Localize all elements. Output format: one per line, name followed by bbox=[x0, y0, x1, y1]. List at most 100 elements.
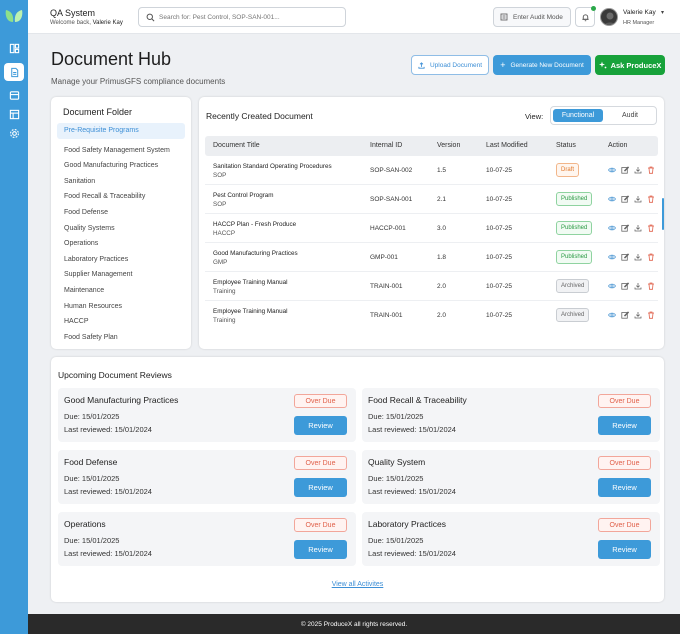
folder-item-haccp[interactable]: HACCP bbox=[57, 314, 185, 330]
edit-icon[interactable] bbox=[621, 195, 629, 203]
sidebar-dashboard-icon[interactable] bbox=[4, 39, 24, 57]
review-last: Last reviewed: 15/01/2024 bbox=[368, 425, 456, 434]
folder-item-maintenance[interactable]: Maintenance bbox=[57, 283, 185, 299]
view-icon[interactable] bbox=[608, 311, 616, 319]
review-button[interactable]: Review bbox=[598, 416, 651, 435]
doc-title[interactable]: Pest Control Program bbox=[213, 192, 274, 199]
folder-item-good-manufacturing-practices[interactable]: Good Manufacturing Practices bbox=[57, 158, 185, 174]
download-icon[interactable] bbox=[634, 282, 642, 290]
upload-icon bbox=[418, 61, 425, 69]
folder-item-food-defense[interactable]: Food Defense bbox=[57, 205, 185, 221]
folder-item-food-safety-management-system[interactable]: Food Safety Management System bbox=[57, 143, 185, 159]
table-row[interactable]: Employee Training Manual Training TRAIN-… bbox=[205, 272, 658, 301]
review-due: Due: 15/01/2025 bbox=[368, 412, 424, 421]
upload-label: Upload Document bbox=[429, 61, 483, 69]
doc-modified: 10-07-25 bbox=[486, 283, 513, 290]
edit-icon[interactable] bbox=[621, 311, 629, 319]
recent-documents-title: Recently Created Document bbox=[206, 111, 313, 121]
sidebar-layout-icon[interactable] bbox=[4, 105, 24, 123]
delete-icon[interactable] bbox=[647, 311, 655, 319]
download-icon[interactable] bbox=[634, 166, 642, 174]
upcoming-reviews-title: Upcoming Document Reviews bbox=[58, 370, 172, 380]
delete-icon[interactable] bbox=[647, 224, 655, 232]
doc-title[interactable]: HACCP Plan - Fresh Produce bbox=[213, 221, 296, 228]
table-row[interactable]: Sanitation Standard Operating Procedures… bbox=[205, 156, 658, 185]
table-row[interactable]: Good Manufacturing Practices GMP GMP-001… bbox=[205, 243, 658, 272]
sidebar-documents-icon[interactable] bbox=[4, 63, 24, 81]
sidebar-folder-icon[interactable] bbox=[4, 86, 24, 104]
view-icon[interactable] bbox=[608, 166, 616, 174]
doc-title[interactable]: Employee Training Manual bbox=[213, 279, 288, 286]
chevron-down-icon[interactable]: ▾ bbox=[661, 9, 664, 16]
delete-icon[interactable] bbox=[647, 195, 655, 203]
delete-icon[interactable] bbox=[647, 253, 655, 261]
review-button[interactable]: Review bbox=[294, 540, 347, 559]
overdue-badge: Over Due bbox=[598, 394, 651, 408]
app-title: QA System bbox=[50, 8, 96, 18]
notifications-button[interactable] bbox=[575, 6, 596, 27]
folder-item-operations[interactable]: Operations bbox=[57, 236, 185, 252]
folder-item-quality-systems[interactable]: Quality Systems bbox=[57, 221, 185, 237]
view-audit-button[interactable]: Audit bbox=[605, 109, 655, 122]
edit-icon[interactable] bbox=[621, 253, 629, 261]
view-icon[interactable] bbox=[608, 195, 616, 203]
doc-category: SOP bbox=[213, 172, 227, 179]
search-box[interactable] bbox=[138, 7, 346, 27]
row-actions bbox=[608, 311, 655, 319]
ask-producex-button[interactable]: Ask ProduceX bbox=[595, 55, 665, 75]
generate-new-document-button[interactable]: + Generate New Document bbox=[493, 55, 591, 75]
recent-documents-panel: Recently Created Document View: Function… bbox=[199, 97, 664, 349]
view-icon[interactable] bbox=[608, 224, 616, 232]
folder-item-supplier-management[interactable]: Supplier Management bbox=[57, 267, 185, 283]
audit-mode-label: Enter Audit Mode bbox=[513, 13, 563, 21]
review-button[interactable]: Review bbox=[598, 540, 651, 559]
review-name: Quality System bbox=[368, 457, 426, 467]
doc-modified: 10-07-25 bbox=[486, 167, 513, 174]
download-icon[interactable] bbox=[634, 253, 642, 261]
review-button[interactable]: Review bbox=[294, 478, 347, 497]
doc-category: Training bbox=[213, 317, 236, 324]
download-icon[interactable] bbox=[634, 224, 642, 232]
download-icon[interactable] bbox=[634, 311, 642, 319]
doc-modified: 10-07-25 bbox=[486, 196, 513, 203]
avatar[interactable] bbox=[600, 8, 618, 26]
folder-item-pre-requisite-programs[interactable]: Pre-Requisite Programs bbox=[57, 123, 185, 139]
folder-item-food-recall-traceability[interactable]: Food Recall & Traceability bbox=[57, 189, 185, 205]
edit-icon[interactable] bbox=[621, 166, 629, 174]
edit-icon[interactable] bbox=[621, 282, 629, 290]
doc-title[interactable]: Employee Training Manual bbox=[213, 308, 288, 315]
upload-document-button[interactable]: Upload Document bbox=[411, 55, 489, 75]
edit-icon[interactable] bbox=[621, 224, 629, 232]
doc-id: HACCP-001 bbox=[370, 225, 406, 232]
table-row[interactable]: HACCP Plan - Fresh Produce HACCP HACCP-0… bbox=[205, 214, 658, 243]
delete-icon[interactable] bbox=[647, 282, 655, 290]
review-name: Good Manufacturing Practices bbox=[64, 395, 179, 405]
folder-item-human-resources[interactable]: Human Resources bbox=[57, 299, 185, 315]
view-icon[interactable] bbox=[608, 253, 616, 261]
table-row[interactable]: Pest Control Program SOP SOP-SAN-001 2.1… bbox=[205, 185, 658, 214]
delete-icon[interactable] bbox=[647, 166, 655, 174]
doc-title[interactable]: Sanitation Standard Operating Procedures bbox=[213, 163, 332, 170]
table-row[interactable]: Employee Training Manual Training TRAIN-… bbox=[205, 301, 658, 330]
generate-label: Generate New Document bbox=[510, 61, 584, 69]
search-input[interactable] bbox=[159, 11, 339, 24]
doc-version: 2.0 bbox=[437, 283, 447, 290]
doc-category: HACCP bbox=[213, 230, 236, 237]
col-last-modified: Last Modified bbox=[486, 142, 528, 149]
folder-item-sanitation[interactable]: Sanitation bbox=[57, 174, 185, 190]
status-badge: Draft bbox=[556, 163, 580, 177]
download-icon[interactable] bbox=[634, 195, 642, 203]
folder-item-laboratory-practices[interactable]: Laboratory Practices bbox=[57, 252, 185, 268]
sidebar-settings-icon[interactable] bbox=[4, 124, 24, 142]
view-toggle: Functional Audit bbox=[550, 106, 657, 125]
view-icon[interactable] bbox=[608, 282, 616, 290]
review-button[interactable]: Review bbox=[598, 478, 651, 497]
doc-title[interactable]: Good Manufacturing Practices bbox=[213, 250, 298, 257]
user-name: Valerie Kay bbox=[623, 9, 656, 16]
view-functional-button[interactable]: Functional bbox=[553, 109, 603, 122]
enter-audit-mode-button[interactable]: Enter Audit Mode bbox=[493, 7, 571, 27]
folder-item-food-safety-plan[interactable]: Food Safety Plan bbox=[57, 330, 185, 346]
review-button[interactable]: Review bbox=[294, 416, 347, 435]
table-scrollbar[interactable] bbox=[662, 198, 664, 230]
view-all-activities-link[interactable]: View all Activites bbox=[51, 581, 664, 588]
